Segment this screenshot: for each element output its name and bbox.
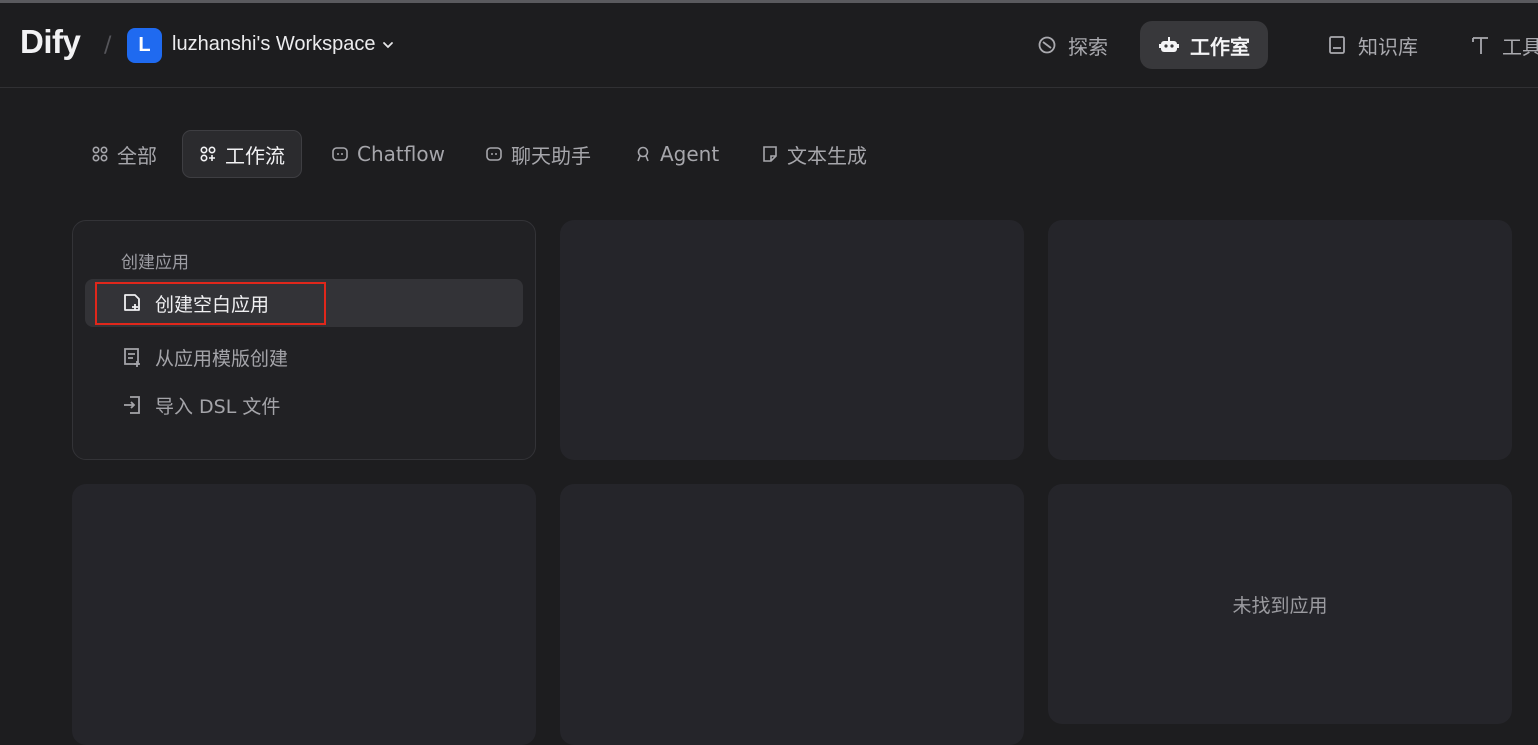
app-card-placeholder	[72, 484, 536, 745]
nav-tools-label: 工具	[1502, 34, 1538, 59]
note-icon	[763, 146, 777, 162]
highlight-annotation-box	[95, 282, 326, 325]
hammer-icon	[1472, 37, 1488, 54]
create-from-template-label: 从应用模版创建	[155, 347, 289, 370]
app-card-placeholder	[560, 220, 1024, 460]
tab-agent[interactable]: Agent	[618, 130, 735, 178]
nav-knowledge-label: 知识库	[1358, 34, 1418, 59]
workspace-avatar[interactable]: L	[127, 28, 162, 63]
chat-bubble-icon	[332, 147, 348, 161]
robot-icon	[1159, 37, 1179, 52]
create-app-card: 创建应用 创建空白应用 从应用模版创建 导入 DSL 文件	[72, 220, 536, 460]
nav-explore-label: 探索	[1068, 34, 1108, 59]
chat-bubble-icon	[486, 147, 502, 161]
book-icon	[1329, 36, 1345, 54]
compass-icon	[1038, 36, 1056, 54]
tab-chatflow-label: Chatflow	[357, 142, 445, 166]
nav-knowledge[interactable]: 知识库	[1308, 21, 1436, 69]
tab-all-label: 全部	[117, 143, 157, 168]
tab-all[interactable]: 全部	[75, 130, 173, 178]
agent-icon	[637, 146, 649, 162]
nav-explore[interactable]: 探索	[1018, 21, 1126, 69]
grid-icon	[92, 146, 108, 162]
app-card-placeholder	[1048, 220, 1512, 460]
tab-workflow[interactable]: 工作流	[182, 130, 302, 178]
import-dsl-label: 导入 DSL 文件	[155, 395, 281, 418]
dify-logo[interactable]: Dify	[20, 23, 81, 61]
workspace-name: luzhanshi's Workspace	[172, 33, 376, 55]
nav-tools[interactable]: 工具	[1452, 21, 1538, 69]
tab-chat-assistant-label: 聊天助手	[511, 143, 591, 168]
main-nav: 探索 工作室 知识库 工具	[1018, 21, 1538, 69]
import-icon	[124, 396, 140, 414]
tab-chatflow[interactable]: Chatflow	[315, 130, 461, 178]
tab-agent-label: Agent	[660, 142, 720, 166]
breadcrumb-separator: /	[104, 33, 112, 58]
app-header: Dify / L luzhanshi's Workspace 探索 工作室 知识…	[0, 3, 1538, 88]
nav-studio[interactable]: 工作室	[1140, 21, 1268, 69]
file-template-icon	[124, 348, 140, 367]
tab-text-generation[interactable]: 文本生成	[745, 130, 883, 178]
workspace-switcher[interactable]: luzhanshi's Workspace	[172, 33, 395, 56]
workflow-icon	[200, 146, 216, 162]
tab-chat-assistant[interactable]: 聊天助手	[469, 130, 607, 178]
tab-text-generation-label: 文本生成	[787, 143, 867, 168]
app-card-placeholder	[560, 484, 1024, 745]
nav-studio-label: 工作室	[1190, 34, 1250, 59]
empty-state-card: 未找到应用	[1048, 484, 1512, 724]
create-app-title: 创建应用	[121, 253, 189, 273]
create-from-template-button[interactable]: 从应用模版创建	[85, 333, 523, 381]
import-dsl-button[interactable]: 导入 DSL 文件	[85, 381, 523, 429]
empty-state-message: 未找到应用	[1232, 594, 1328, 617]
tab-workflow-label: 工作流	[225, 143, 285, 168]
chevron-down-icon	[382, 41, 393, 48]
